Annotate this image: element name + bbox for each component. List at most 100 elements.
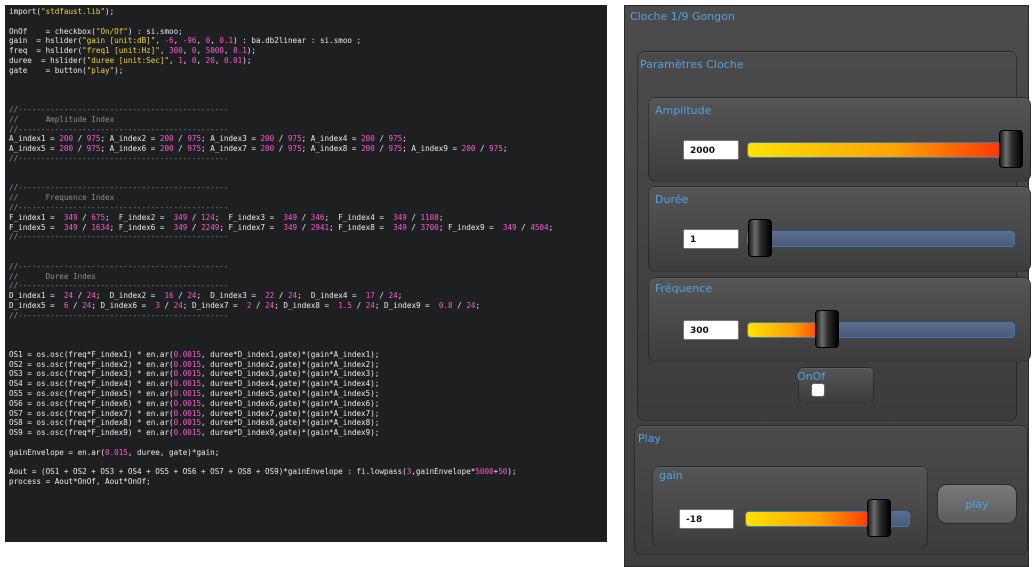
code-editor[interactable]: import("stdfaust.lib"); OnOf = checkbox(…: [5, 5, 607, 542]
code-token: 200: [361, 134, 375, 144]
code-token: ; D_index8 =: [274, 300, 339, 310]
code-token: /: [475, 144, 490, 154]
duree-slider-track[interactable]: [747, 231, 1015, 247]
code-token: OS8 = os.osc(freq*F_index8) * en.ar(: [9, 418, 174, 428]
code-token: /: [251, 300, 266, 310]
code-line: OS1 = os.osc(freq*F_index1) * en.ar(0.00…: [9, 350, 603, 360]
code-token: ; D_index4 =: [297, 291, 366, 301]
code-token: , duree*D_index5,gate)*(gain*A_index5);: [201, 389, 380, 399]
gain-label: gain: [659, 469, 683, 482]
code-token: /: [187, 222, 202, 232]
code-line: D_index1 = 24 / 24; D_index2 = 16 / 24; …: [9, 291, 603, 301]
code-token: );: [114, 65, 124, 75]
code-token: ;: [502, 144, 508, 154]
code-token: 200: [461, 144, 476, 154]
code-token: /: [173, 144, 188, 154]
amplitude-slider-thumb[interactable]: [999, 130, 1023, 168]
code-token: OS3 = os.osc(freq*F_index3) * en.ar(: [9, 369, 174, 379]
code-token: ; A_index3 =: [201, 134, 261, 144]
code-token: 24: [365, 300, 375, 310]
code-token: /: [352, 300, 366, 310]
play-group: Play gain -18 play: [634, 425, 1028, 555]
code-token: -6: [164, 36, 174, 46]
code-token: ; F_index7 =: [219, 222, 284, 232]
amplitude-slider-track[interactable]: [747, 142, 1015, 158]
gain-group: gain -18: [652, 466, 928, 548]
onof-label: OnOf: [797, 370, 826, 383]
gain-slider-thumb[interactable]: [866, 499, 891, 537]
code-token: 975: [388, 144, 403, 154]
code-token: ,: [223, 46, 234, 56]
code-token: , duree*D_index3,gate)*(gain*A_index3);: [201, 369, 380, 379]
code-token: 200: [260, 144, 275, 154]
code-token: ,: [214, 55, 224, 65]
code-token: 0.1: [219, 36, 234, 46]
code-line: A_index5 = 200 / 975; A_index6 = 200 / 9…: [9, 144, 603, 154]
code-token: ; D_index7 =: [182, 300, 247, 310]
frequence-value-field[interactable]: 300: [683, 320, 739, 340]
code-token: );: [242, 55, 252, 65]
code-token: ; A_index6 =: [100, 144, 160, 154]
code-token: ,: [196, 46, 206, 56]
code-token: process = Aout*OnOf, Aout*OnOf;: [9, 477, 151, 487]
code-token: // Amplitude Index: [9, 114, 115, 124]
code-token: 346: [310, 212, 325, 222]
code-line: // Amplitude Index: [9, 115, 603, 125]
frequence-slider-thumb[interactable]: [815, 310, 840, 348]
frequence-slider-track[interactable]: [747, 322, 1015, 338]
code-line: gainEnvelope = en.ar(0.015, duree, gate)…: [9, 448, 603, 458]
duree-group: Durée 1: [648, 186, 1031, 272]
code-line: //--------------------------------------…: [9, 125, 603, 135]
code-token: 0.015: [105, 447, 128, 457]
code-token: ,: [196, 55, 206, 65]
code-line: F_index5 = 349 / 1634; F_index6 = 349 / …: [9, 223, 603, 233]
code-token: 675: [91, 212, 106, 222]
code-token: 349: [393, 212, 407, 222]
gain-slider-fill: [746, 512, 879, 526]
code-token: 349: [173, 222, 188, 232]
code-token: , duree*D_index9,gate)*(gain*A_index9);: [201, 428, 380, 438]
code-token: ;: [402, 134, 407, 144]
code-token: 200: [59, 134, 74, 144]
code-token: ; F_index4 =: [324, 212, 394, 222]
code-token: //--------------------------------------…: [9, 281, 229, 291]
code-token: ;: [475, 300, 481, 310]
code-token: //--------------------------------------…: [9, 104, 229, 114]
code-token: , duree*D_index2,gate)*(gain*A_index2);: [201, 359, 380, 369]
duree-slider-thumb[interactable]: [748, 219, 773, 257]
code-line: import("stdfaust.lib");: [9, 7, 603, 17]
code-token: // Duree Index: [9, 271, 96, 281]
code-token: gate = button(: [9, 65, 87, 75]
duree-value-field[interactable]: 1: [683, 229, 739, 249]
code-token: 24: [173, 300, 183, 310]
code-token: 300: [169, 46, 183, 56]
code-token: 975: [86, 144, 101, 154]
code-token: ; A_index9 =: [402, 144, 462, 154]
code-token: 975: [187, 134, 202, 144]
code-token: ; F_index8 =: [329, 222, 394, 232]
code-token: ; F_index9 =: [438, 222, 503, 232]
code-token: "duree [unit:Sec]": [86, 55, 170, 65]
code-token: "gain [unit:dB]": [82, 36, 156, 46]
code-line: OS8 = os.osc(freq*F_index8) * en.ar(0.00…: [9, 418, 603, 428]
code-line: //--------------------------------------…: [9, 183, 603, 193]
play-button[interactable]: play: [937, 484, 1017, 524]
code-token: 0.0015: [173, 379, 202, 389]
amplitude-value-field[interactable]: 2000: [683, 140, 739, 160]
code-token: -96: [182, 36, 197, 46]
code-token: 0.0015: [173, 389, 202, 399]
code-token: 975: [388, 134, 403, 144]
code-token: , duree*D_index6,gate)*(gain*A_index6);: [201, 398, 380, 408]
code-line: duree = hslider("duree [unit:Sec]", 1, 0…: [9, 56, 603, 66]
code-token: 24: [86, 291, 96, 301]
code-line: //--------------------------------------…: [9, 311, 603, 321]
code-token: 975: [86, 134, 101, 144]
code-token: 24: [287, 291, 298, 301]
onof-checkbox[interactable]: [811, 383, 825, 397]
gain-value-field[interactable]: -18: [679, 509, 734, 529]
code-token: //--------------------------------------…: [9, 124, 229, 134]
